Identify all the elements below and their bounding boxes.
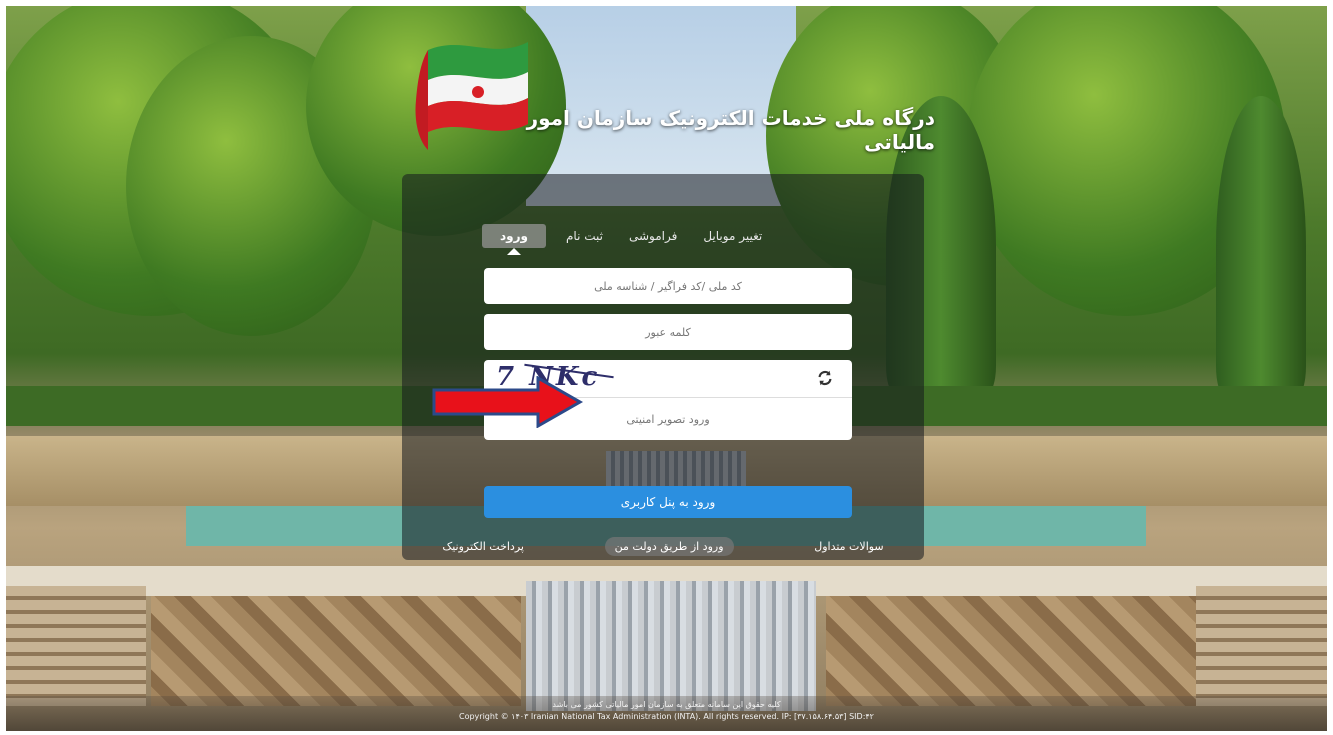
red-annotation-arrow [432,376,584,428]
footer-copyright: Copyright © ۱۴۰۳ Iranian National Tax Ad… [459,712,874,721]
faq-link[interactable]: سوالات متداول [814,540,883,553]
gov-login-link[interactable]: ورود از طریق دولت من [604,536,734,556]
e-payment-link[interactable]: پرداخت الکترونیک [442,540,524,553]
refresh-icon[interactable] [816,369,834,387]
login-panel: ورود ثبت نام فراموشی تغییر موبایل 7 NKc … [402,174,924,560]
tab-change-mobile[interactable]: تغییر موبایل [697,225,768,247]
portal-title: درگاه ملی خدمات الکترونیک سازمان امور ما… [526,106,935,154]
password-input[interactable] [484,314,852,350]
tab-forgot[interactable]: فراموشی [623,225,683,247]
stone-wall-right [826,596,1196,706]
waterfall [526,581,816,711]
bottom-links: پرداخت الکترونیک ورود از طریق دولت من سو… [402,534,924,558]
footer-rights: کلیه حقوق این سامانه متعلق به سازمان امو… [552,700,781,709]
steps-left [6,586,146,706]
tab-login[interactable]: ورود [482,224,546,255]
login-tabs: ورود ثبت نام فراموشی تغییر موبایل [482,222,852,255]
stone-wall-left [151,596,521,706]
footer: کلیه حقوق این سامانه متعلق به سازمان امو… [0,700,1333,721]
cypress-right [1216,96,1306,396]
username-input[interactable] [484,268,852,304]
steps-right [1196,586,1327,706]
tab-register[interactable]: ثبت نام [560,225,609,247]
login-submit-button[interactable]: ورود به پنل کاربری [484,486,852,518]
